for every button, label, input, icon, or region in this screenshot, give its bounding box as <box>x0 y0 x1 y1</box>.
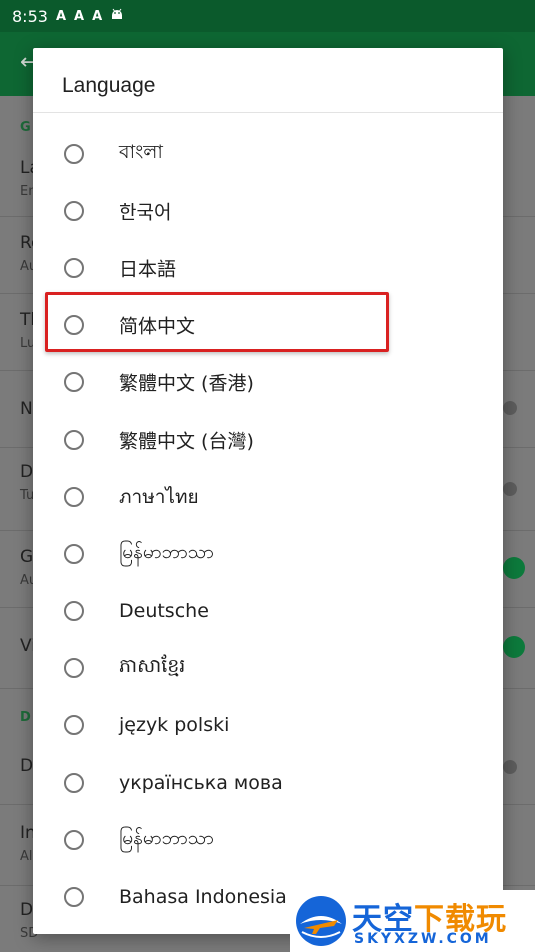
language-option[interactable]: українська мова <box>33 754 503 811</box>
dialog-title: Language <box>62 74 156 97</box>
status-bar: 8:53 A A A <box>0 0 535 32</box>
language-option[interactable]: 繁體中文 (香港) <box>33 354 503 411</box>
language-option-label: Bahasa Indonesia <box>119 886 287 909</box>
radio-button[interactable] <box>64 829 84 850</box>
toggle-switch[interactable] <box>503 482 517 496</box>
language-option-label: ภาษาไทย <box>119 485 199 508</box>
toggle-switch[interactable] <box>503 760 517 774</box>
language-option[interactable]: język polski <box>33 697 503 754</box>
setting-subtitle: Al <box>20 849 33 864</box>
language-option[interactable]: ภาษาไทย <box>33 468 503 525</box>
radio-button[interactable] <box>64 543 84 564</box>
notification-a-icon: A <box>74 8 85 24</box>
language-option-label: বাংলা <box>119 140 163 163</box>
radio-button[interactable] <box>64 429 84 450</box>
language-dialog: Language বাংলা 한국어 日本語 简体中文 繁體中文 (香港) 繁體… <box>33 48 503 934</box>
radio-button[interactable] <box>64 772 84 793</box>
language-option-label: ភាសាខ្មែរ <box>119 655 186 678</box>
radio-button[interactable] <box>64 715 84 736</box>
radio-button[interactable] <box>64 257 84 278</box>
language-option-label: 繁體中文 (香港) <box>119 372 254 395</box>
language-option-label: język polski <box>119 714 230 737</box>
language-option[interactable]: Deutsche <box>33 583 503 640</box>
radio-button[interactable] <box>64 486 84 507</box>
language-option-label: 日本語 <box>119 258 177 281</box>
status-time: 8:53 <box>12 6 48 26</box>
sky-logo-icon <box>296 896 346 946</box>
notification-a-icon: A <box>55 8 66 24</box>
language-option-label: 简体中文 <box>119 315 196 338</box>
language-option[interactable]: বাংলা <box>33 125 503 182</box>
notification-a-icon: A <box>92 8 103 24</box>
language-option-label: 한국어 <box>119 201 172 224</box>
language-option-label: Deutsche <box>119 600 209 623</box>
radio-button[interactable] <box>64 658 84 679</box>
language-option[interactable]: 한국어 <box>33 182 503 239</box>
watermark: 天空下载玩 SKYXZW.COM <box>290 890 535 952</box>
language-option[interactable]: မြန်မာဘာသာ <box>33 811 503 868</box>
language-option-simplified-chinese[interactable]: 简体中文 <box>33 297 503 354</box>
language-option-label: 繁體中文 (台灣) <box>119 430 254 453</box>
language-option[interactable]: 日本語 <box>33 239 503 296</box>
language-option-label: မြန်မာဘာသာ <box>119 826 214 849</box>
radio-button[interactable] <box>64 143 84 164</box>
radio-button[interactable] <box>64 601 84 622</box>
language-option[interactable]: ភាសាខ្មែរ <box>33 640 503 697</box>
section-header: D <box>20 710 31 725</box>
radio-button[interactable] <box>64 200 84 221</box>
language-option[interactable]: 繁體中文 (台灣) <box>33 411 503 468</box>
section-header: G <box>20 120 31 135</box>
radio-button[interactable] <box>64 315 84 336</box>
language-option[interactable]: မြန်မာဘာသာ <box>33 525 503 582</box>
radio-button[interactable] <box>64 372 84 393</box>
setting-title: G <box>20 547 34 567</box>
setting-title: D <box>20 462 34 482</box>
toggle-switch[interactable] <box>503 557 525 579</box>
language-option-label: မြန်မာဘာသာ <box>119 540 214 563</box>
toggle-switch[interactable] <box>503 401 517 415</box>
android-icon <box>110 7 124 25</box>
setting-title: N <box>20 399 33 419</box>
radio-button[interactable] <box>64 887 84 908</box>
dialog-divider <box>33 112 503 113</box>
toggle-switch[interactable] <box>503 636 525 658</box>
watermark-en-text: SKYXZW.COM <box>354 931 492 947</box>
language-option-label: українська мова <box>119 771 283 794</box>
language-options-list: বাংলা 한국어 日本語 简体中文 繁體中文 (香港) 繁體中文 (台灣) ภ… <box>33 125 503 926</box>
